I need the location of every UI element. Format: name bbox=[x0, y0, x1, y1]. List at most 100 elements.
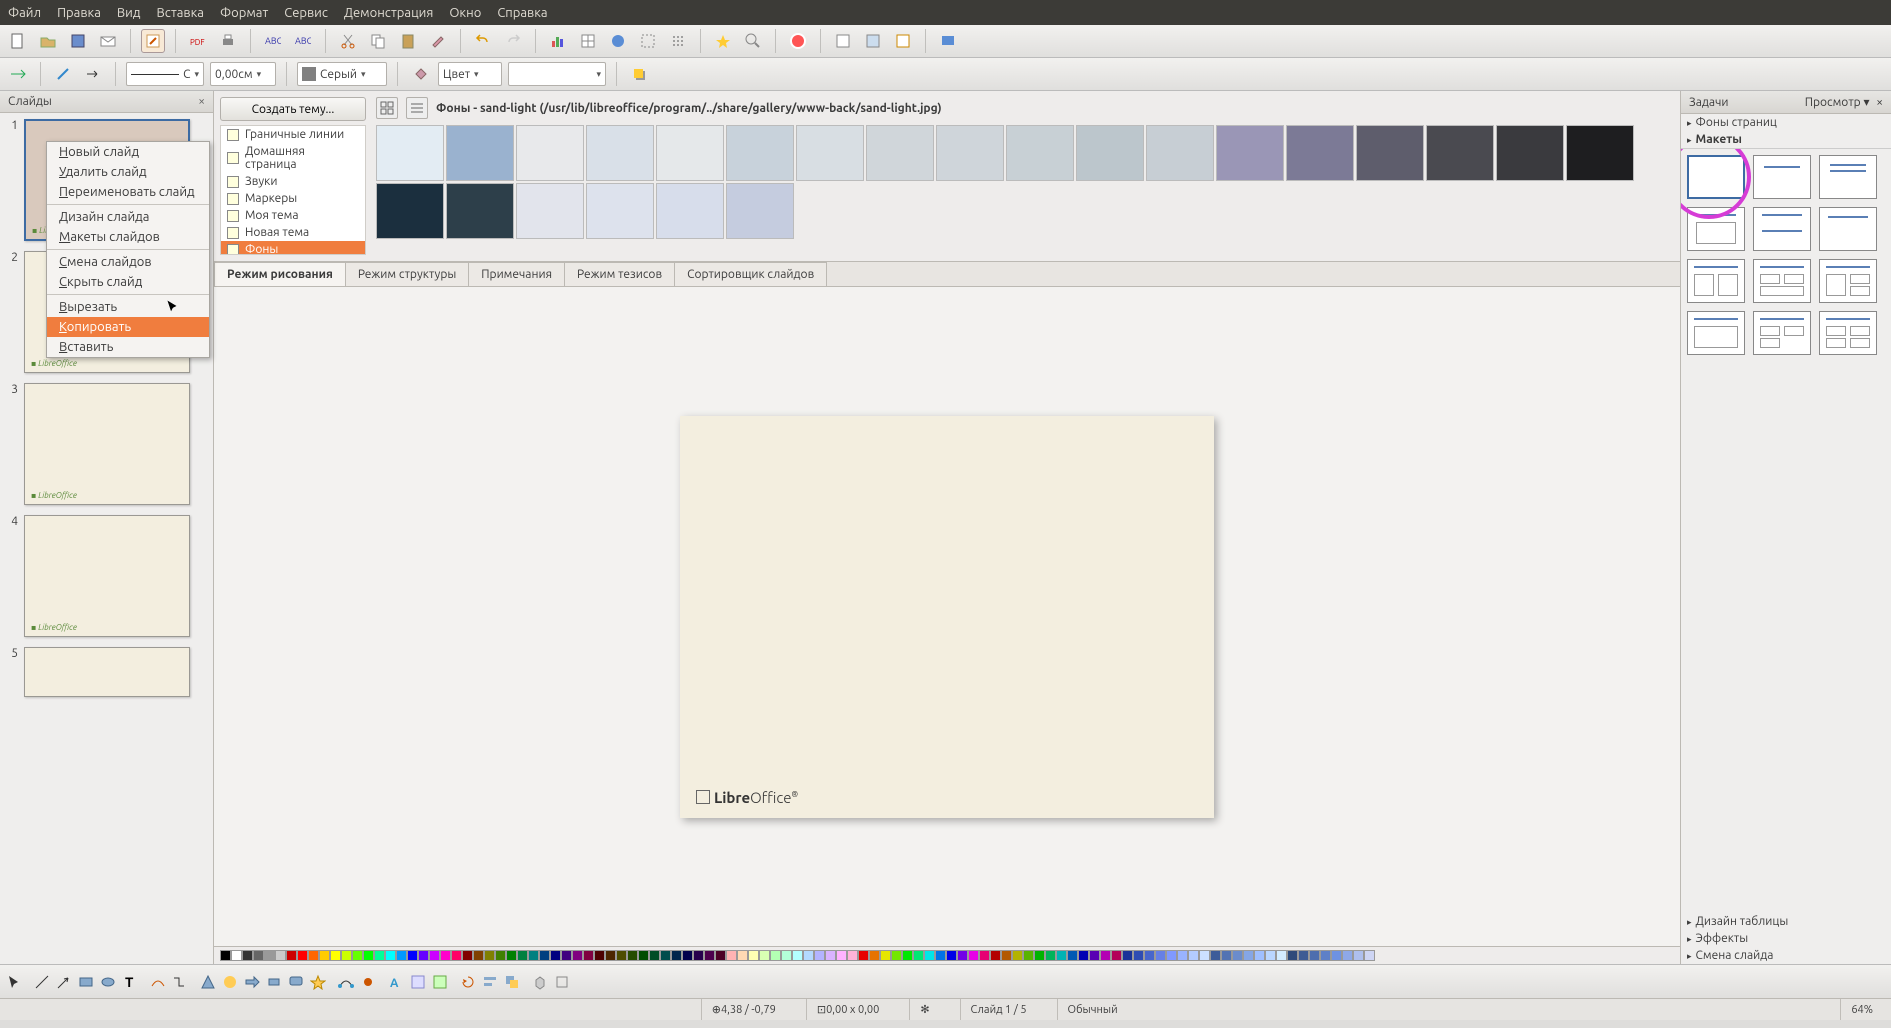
color-swatch[interactable] bbox=[869, 950, 880, 961]
color-swatch[interactable] bbox=[880, 950, 891, 961]
color-swatch[interactable] bbox=[858, 950, 869, 961]
gallery-thumb[interactable] bbox=[586, 183, 654, 239]
theme-list[interactable]: Граничные линииДомашняя страницаЗвукиМар… bbox=[220, 125, 366, 255]
color-swatch[interactable] bbox=[539, 950, 550, 961]
color-swatch[interactable] bbox=[473, 950, 484, 961]
color-swatch[interactable] bbox=[715, 950, 726, 961]
color-swatch[interactable] bbox=[1243, 950, 1254, 961]
color-swatch[interactable] bbox=[792, 950, 803, 961]
color-swatch[interactable] bbox=[1265, 950, 1276, 961]
fill-type-combo[interactable]: Цвет ▾ bbox=[438, 62, 502, 86]
color-swatch[interactable] bbox=[330, 950, 341, 961]
ctx-item[interactable]: Макеты слайдов bbox=[47, 227, 209, 247]
color-swatch[interactable] bbox=[1133, 950, 1144, 961]
slide-thumb-3[interactable]: ▪ LibreOffice bbox=[24, 383, 190, 505]
color-swatch[interactable] bbox=[231, 950, 242, 961]
flowchart-tool[interactable] bbox=[266, 974, 282, 990]
color-swatch[interactable] bbox=[1364, 950, 1375, 961]
color-swatch[interactable] bbox=[737, 950, 748, 961]
color-swatch[interactable] bbox=[1034, 950, 1045, 961]
color-swatch[interactable] bbox=[385, 950, 396, 961]
stars-tool[interactable] bbox=[310, 974, 326, 990]
slide-canvas[interactable]: LibreOffice® bbox=[214, 287, 1680, 946]
gallery-thumb[interactable] bbox=[866, 125, 934, 181]
theme-item[interactable]: Звуки bbox=[221, 173, 365, 190]
color-swatch[interactable] bbox=[407, 950, 418, 961]
color-swatch[interactable] bbox=[1309, 950, 1320, 961]
section-page-backgrounds[interactable]: Фоны страниц bbox=[1681, 114, 1891, 131]
color-swatch[interactable] bbox=[990, 950, 1001, 961]
select-tool[interactable] bbox=[6, 974, 22, 990]
theme-item[interactable]: Домашняя страница bbox=[221, 143, 365, 173]
color-swatch[interactable] bbox=[891, 950, 902, 961]
arrow-style-button[interactable] bbox=[6, 62, 30, 86]
color-swatch[interactable] bbox=[825, 950, 836, 961]
color-swatch[interactable] bbox=[1287, 950, 1298, 961]
fontwork-tool[interactable]: A bbox=[388, 974, 404, 990]
hyperlink-button[interactable] bbox=[606, 29, 630, 53]
chart-button[interactable] bbox=[546, 29, 570, 53]
color-swatch[interactable] bbox=[759, 950, 770, 961]
color-swatch[interactable] bbox=[1232, 950, 1243, 961]
gallery-thumb[interactable] bbox=[586, 125, 654, 181]
email-button[interactable] bbox=[96, 29, 120, 53]
zoom-button[interactable] bbox=[741, 29, 765, 53]
color-swatch[interactable] bbox=[253, 950, 264, 961]
color-swatch[interactable] bbox=[418, 950, 429, 961]
color-swatch[interactable] bbox=[1331, 950, 1342, 961]
color-swatch[interactable] bbox=[803, 950, 814, 961]
layout-10[interactable] bbox=[1687, 311, 1745, 355]
section-transition[interactable]: Смена слайда bbox=[1681, 947, 1891, 964]
color-swatch[interactable] bbox=[374, 950, 385, 961]
color-swatch[interactable] bbox=[1012, 950, 1023, 961]
color-swatch[interactable] bbox=[693, 950, 704, 961]
spellcheck-button[interactable]: ABC bbox=[261, 29, 285, 53]
color-swatch[interactable] bbox=[781, 950, 792, 961]
color-swatch[interactable] bbox=[1177, 950, 1188, 961]
symbol-shapes-tool[interactable] bbox=[222, 974, 238, 990]
color-swatch[interactable] bbox=[748, 950, 759, 961]
theme-item[interactable]: Моя тема bbox=[221, 207, 365, 224]
line-style-combo[interactable]: С ▾ bbox=[126, 62, 204, 86]
theme-item[interactable]: Фоны bbox=[221, 241, 365, 255]
color-swatch[interactable] bbox=[814, 950, 825, 961]
color-swatch[interactable] bbox=[528, 950, 539, 961]
start-slideshow-button[interactable] bbox=[936, 29, 960, 53]
text-tool[interactable]: T bbox=[122, 974, 138, 990]
gallery-thumb[interactable] bbox=[796, 125, 864, 181]
menu-tools[interactable]: Сервис bbox=[284, 6, 328, 20]
color-swatch[interactable] bbox=[297, 950, 308, 961]
ellipse-tool[interactable] bbox=[100, 974, 116, 990]
autospellcheck-button[interactable]: ABC bbox=[291, 29, 315, 53]
edit-mode-button[interactable] bbox=[141, 29, 165, 53]
gallery-thumb[interactable] bbox=[376, 183, 444, 239]
color-swatch[interactable] bbox=[913, 950, 924, 961]
layout-9[interactable] bbox=[1819, 259, 1877, 303]
view-tab[interactable]: Примечания bbox=[468, 262, 565, 286]
arrange-tool[interactable] bbox=[504, 974, 520, 990]
line-arrow-button[interactable] bbox=[81, 62, 105, 86]
new-theme-button[interactable]: Создать тему... bbox=[220, 97, 366, 121]
color-swatch[interactable] bbox=[1001, 950, 1012, 961]
color-swatch[interactable] bbox=[550, 950, 561, 961]
color-swatch[interactable] bbox=[682, 950, 693, 961]
copy-button[interactable] bbox=[366, 29, 390, 53]
export-pdf-button[interactable]: PDF bbox=[186, 29, 210, 53]
color-swatch[interactable] bbox=[308, 950, 319, 961]
menu-window[interactable]: Окно bbox=[449, 6, 481, 20]
ctx-item[interactable]: Скрыть слайд bbox=[47, 272, 209, 292]
shadow-button[interactable] bbox=[627, 62, 651, 86]
color-swatch[interactable] bbox=[1089, 950, 1100, 961]
color-swatch[interactable] bbox=[1100, 950, 1111, 961]
current-slide[interactable]: LibreOffice® bbox=[680, 416, 1214, 818]
gallery-thumb[interactable] bbox=[376, 125, 444, 181]
slide-design-button[interactable] bbox=[861, 29, 885, 53]
block-arrows-tool[interactable] bbox=[244, 974, 260, 990]
fill-color-combo[interactable]: ▾ bbox=[508, 62, 606, 86]
layout-blank[interactable] bbox=[1687, 155, 1745, 199]
color-swatch[interactable] bbox=[1320, 950, 1331, 961]
ctx-item[interactable]: Дизайн слайда bbox=[47, 207, 209, 227]
menu-help[interactable]: Справка bbox=[497, 6, 547, 20]
color-swatch[interactable] bbox=[1045, 950, 1056, 961]
color-swatch[interactable] bbox=[1067, 950, 1078, 961]
